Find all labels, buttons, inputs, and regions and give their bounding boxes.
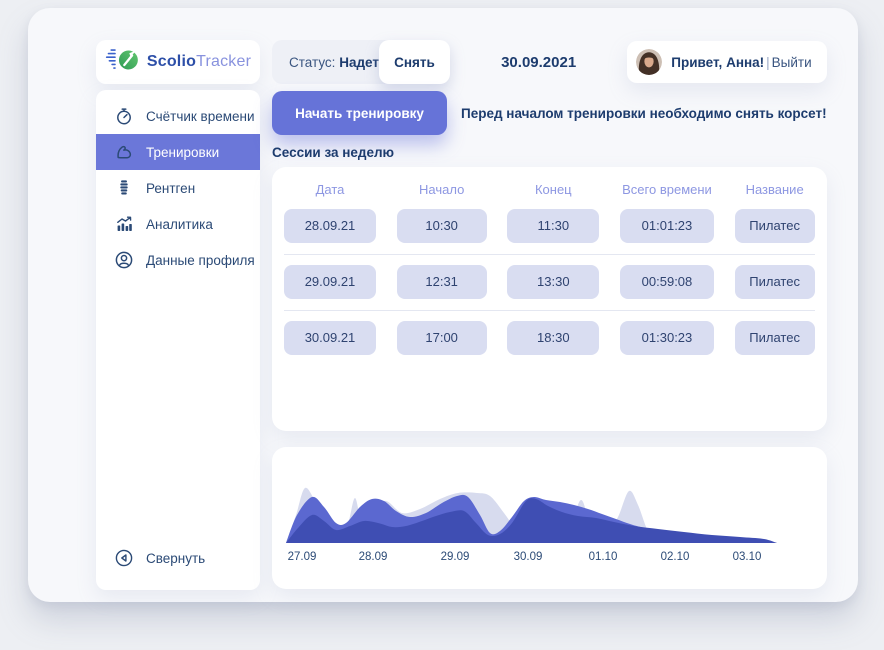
table-cell-pill: 17:00 xyxy=(396,321,487,355)
avatar xyxy=(636,49,663,75)
table-cell-pill: 29.09.21 xyxy=(284,265,376,299)
table-body: 28.09.21 10:30 11:30 01:01:23 Пилатес 29.09.2… xyxy=(284,199,815,366)
sidebar-collapse[interactable]: Свернуть xyxy=(96,540,260,576)
table-cell-pill: Пилатес xyxy=(734,321,815,355)
column-header: Начало xyxy=(419,181,465,197)
sidebar-item-xray[interactable]: Рентген xyxy=(96,170,260,206)
sessions-title: Сессии за неделю xyxy=(272,145,395,160)
page-background: ScolioTracker Счётчик времени Тренировки… xyxy=(0,0,884,650)
greeting-text: Привет, Анна! xyxy=(671,54,765,70)
main-content: Статус: Надет Снять 30.09.2021 Привет, А… xyxy=(272,40,827,602)
x-axis-label: 01.10 xyxy=(588,551,618,563)
column-header: Дата xyxy=(315,181,345,197)
weekly-chart-card: 27.09 28.09 29.09 30.09 01.10 02.10 03.10 xyxy=(272,447,827,589)
x-axis-label: 02.10 xyxy=(660,551,690,563)
start-training-button[interactable]: Начать тренировку xyxy=(272,91,447,135)
greeting: Привет, Анна! | Выйти xyxy=(671,55,811,70)
user-card: Привет, Анна! | Выйти xyxy=(627,41,827,83)
sidebar-item-timer[interactable]: Счётчик времени xyxy=(96,98,260,134)
sidebar-item-label: Счётчик времени xyxy=(146,108,255,124)
status-card: Статус: Надет Снять xyxy=(272,40,450,84)
table-cell-pill: 12:31 xyxy=(396,265,487,299)
table-cell-pill: 28.09.21 xyxy=(284,209,376,243)
status-value: Надет xyxy=(339,54,379,70)
table-cell-pill: 11:30 xyxy=(507,209,600,243)
action-row: Начать тренировку Перед началом трениров… xyxy=(272,91,827,135)
logout-link[interactable]: Выйти xyxy=(772,55,812,70)
sidebar-item-label: Рентген xyxy=(146,180,196,196)
area-chart xyxy=(286,487,777,543)
table-cell-pill: Пилатес xyxy=(734,265,815,299)
spine-icon xyxy=(114,178,134,198)
table-cell-pill: 00:59:08 xyxy=(619,265,714,299)
x-axis-label: 03.10 xyxy=(732,551,762,563)
x-axis-label: 27.09 xyxy=(287,551,317,563)
collapse-label: Свернуть xyxy=(146,550,206,566)
analytics-icon xyxy=(114,214,134,234)
app-window: ScolioTracker Счётчик времени Тренировки… xyxy=(28,8,858,602)
table-cell-pill: Пилатес xyxy=(734,209,815,243)
x-axis-label: 30.09 xyxy=(513,551,543,563)
column-header: Всего времени xyxy=(622,181,712,197)
corset-status: Статус: Надет xyxy=(289,55,379,70)
table-cell-pill: 01:01:23 xyxy=(619,209,714,243)
logo-icon xyxy=(105,45,141,80)
topbar: Статус: Надет Снять 30.09.2021 Привет, А… xyxy=(272,40,827,84)
current-date: 30.09.2021 xyxy=(501,53,577,71)
sidebar-item-profile[interactable]: Данные профиля xyxy=(96,242,260,278)
brand-light: Tracker xyxy=(196,53,252,70)
status-label: Статус: xyxy=(289,54,336,70)
sidebar-column: ScolioTracker Счётчик времени Тренировки… xyxy=(96,40,260,602)
collapse-arrow-icon xyxy=(114,548,134,568)
brand-bold: Scolio xyxy=(146,53,197,70)
sessions-table: Дата Начало Конец Всего времени Название 28.… xyxy=(272,167,827,431)
table-cell-pill: 30.09.21 xyxy=(284,321,376,355)
brand-name: ScolioTracker xyxy=(147,53,251,71)
table-header-row: Дата Начало Конец Всего времени Название xyxy=(284,179,815,199)
column-header: Конец xyxy=(534,181,572,197)
table-cell-pill: 01:30:23 xyxy=(619,321,714,355)
profile-icon xyxy=(114,250,134,270)
sidebar-item-label: Аналитика xyxy=(146,216,213,232)
column-header: Название xyxy=(745,181,804,197)
biceps-icon xyxy=(114,142,134,162)
table-cell-pill: 18:30 xyxy=(507,321,600,355)
sidebar-item-trainings[interactable]: Тренировки xyxy=(96,134,260,170)
warning-text: Перед началом тренировки необходимо снят… xyxy=(461,105,827,121)
remove-corset-button[interactable]: Снять xyxy=(378,40,450,84)
table-row: 28.09.21 10:30 11:30 01:01:23 Пилатес xyxy=(284,199,815,254)
table-cell-pill: 13:30 xyxy=(507,265,600,299)
stopwatch-icon xyxy=(114,106,134,126)
logo: ScolioTracker xyxy=(96,40,260,84)
x-axis-label: 29.09 xyxy=(440,551,470,563)
table-cell-pill: 10:30 xyxy=(396,209,487,243)
separator: | xyxy=(766,54,770,70)
x-axis-labels: 27.09 28.09 29.09 30.09 01.10 02.10 03.10 xyxy=(272,551,827,567)
sidebar: Счётчик времени Тренировки Рентген Анали… xyxy=(96,90,260,590)
sidebar-item-analytics[interactable]: Аналитика xyxy=(96,206,260,242)
sidebar-item-label: Данные профиля xyxy=(146,252,255,268)
table-row: 29.09.21 12:31 13:30 00:59:08 Пилатес xyxy=(284,254,815,310)
x-axis-label: 28.09 xyxy=(358,551,388,563)
table-row: 30.09.21 17:00 18:30 01:30:23 Пилатес xyxy=(284,310,815,366)
sidebar-item-label: Тренировки xyxy=(146,144,220,160)
